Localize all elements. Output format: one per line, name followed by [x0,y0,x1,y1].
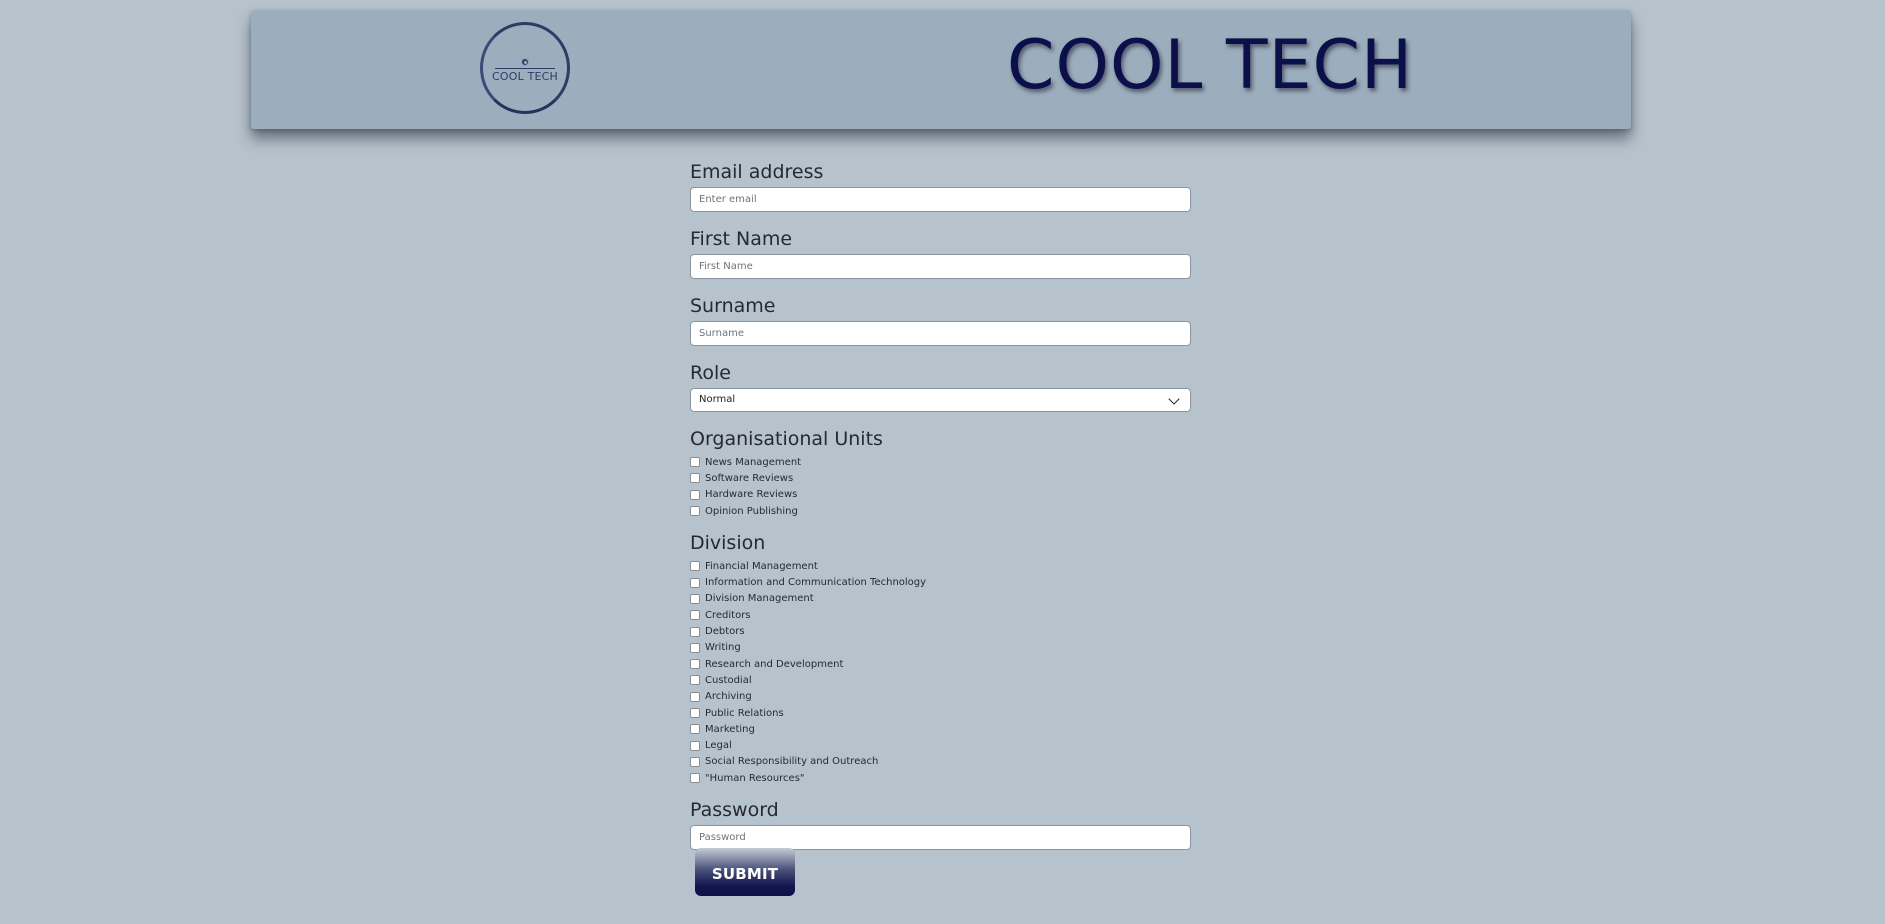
checkbox[interactable] [690,642,700,653]
site-header: COOL TECH COOL TECH [251,10,1631,129]
checkbox[interactable] [690,593,700,604]
surname-input[interactable] [690,321,1191,346]
checkbox-label: Research and Development [705,658,844,670]
org-units-group: Organisational Units News Management Soft… [690,427,1191,519]
logo-dot-icon [521,58,529,66]
checkbox[interactable] [690,561,700,572]
checkbox-label: Archiving [705,691,752,703]
password-field-group: Password [690,798,1191,851]
checkbox-option[interactable]: Information and Communication Technology [690,574,1191,590]
checkbox-option[interactable]: News Management [690,454,1191,470]
checkbox-option[interactable]: Legal [690,737,1191,753]
email-field-group: Email address [690,160,1191,212]
brand-title: COOL TECH [1007,26,1414,105]
checkbox-label: Financial Management [705,560,818,572]
division-list: Financial Management Information and Comm… [690,558,1191,786]
checkbox-label: Software Reviews [705,472,794,484]
checkbox-label: Hardware Reviews [705,489,798,501]
checkbox[interactable] [690,506,700,517]
checkbox-label: Custodial [705,674,752,686]
checkbox[interactable] [690,610,700,621]
checkbox-label: Legal [705,740,732,752]
role-selected-value: Normal [699,394,736,405]
checkbox-option[interactable]: Hardware Reviews [690,487,1191,503]
checkbox-label: Public Relations [705,707,784,719]
checkbox[interactable] [690,457,700,468]
checkbox-label: Debtors [705,626,745,638]
checkbox[interactable] [690,724,700,735]
checkbox-label: Opinion Publishing [705,505,798,517]
checkbox[interactable] [690,773,700,784]
checkbox-option[interactable]: Division Management [690,591,1191,607]
chevron-down-icon [1168,393,1180,405]
checkbox-label: Social Responsibility and Outreach [705,756,879,768]
surname-field-group: Surname [690,294,1191,346]
submit-button[interactable]: SUBMIT [695,848,795,896]
first-name-label: First Name [690,228,793,250]
first-name-field-group: First Name [690,227,1191,279]
checkbox[interactable] [690,756,700,767]
checkbox-label: Division Management [705,593,814,605]
checkbox[interactable] [690,626,700,637]
checkbox-label: Marketing [705,723,755,735]
checkbox-option[interactable]: Public Relations [690,705,1191,721]
checkbox-option[interactable]: Custodial [690,672,1191,688]
role-select[interactable]: Normal [690,388,1191,412]
checkbox[interactable] [690,473,700,484]
registration-form: Email address First Name Surname Role No… [690,160,1191,896]
surname-label: Surname [690,295,776,317]
org-units-list: News Management Software Reviews Hardware … [690,454,1191,519]
checkbox-option[interactable]: Archiving [690,689,1191,705]
checkbox-option[interactable]: Social Responsibility and Outreach [690,754,1191,770]
checkbox[interactable] [690,659,700,670]
role-label: Role [690,362,731,384]
org-units-label: Organisational Units [690,428,883,450]
checkbox-option[interactable]: Writing [690,640,1191,656]
password-label: Password [690,799,779,822]
division-group: Division Financial Management Information… [690,531,1191,786]
logo-text: COOL TECH [483,68,567,83]
checkbox[interactable] [690,691,700,702]
checkbox[interactable] [690,489,700,500]
checkbox-option[interactable]: Financial Management [690,558,1191,574]
checkbox-label: News Management [705,456,802,468]
email-label: Email address [690,161,824,183]
email-input[interactable] [690,187,1191,212]
checkbox[interactable] [690,577,700,588]
checkbox-option[interactable]: "Human Resources" [690,770,1191,786]
checkbox-option[interactable]: Creditors [690,607,1191,623]
cool-tech-logo: COOL TECH [480,22,570,114]
checkbox[interactable] [690,708,700,718]
first-name-input[interactable] [690,254,1191,279]
checkbox-option[interactable]: Marketing [690,721,1191,737]
checkbox[interactable] [690,675,700,686]
checkbox-option[interactable]: Software Reviews [690,470,1191,486]
checkbox-option[interactable]: Opinion Publishing [690,503,1191,519]
checkbox-label: Information and Communication Technology [705,577,927,589]
password-input[interactable] [690,825,1191,851]
checkbox-label: Writing [705,642,741,654]
checkbox-option[interactable]: Debtors [690,623,1191,639]
role-field-group: Role Normal [690,361,1191,412]
division-label: Division [690,532,766,555]
checkbox-label: Creditors [705,609,751,621]
checkbox[interactable] [690,740,700,751]
checkbox-label: "Human Resources" [705,772,805,784]
checkbox-option[interactable]: Research and Development [690,656,1191,672]
